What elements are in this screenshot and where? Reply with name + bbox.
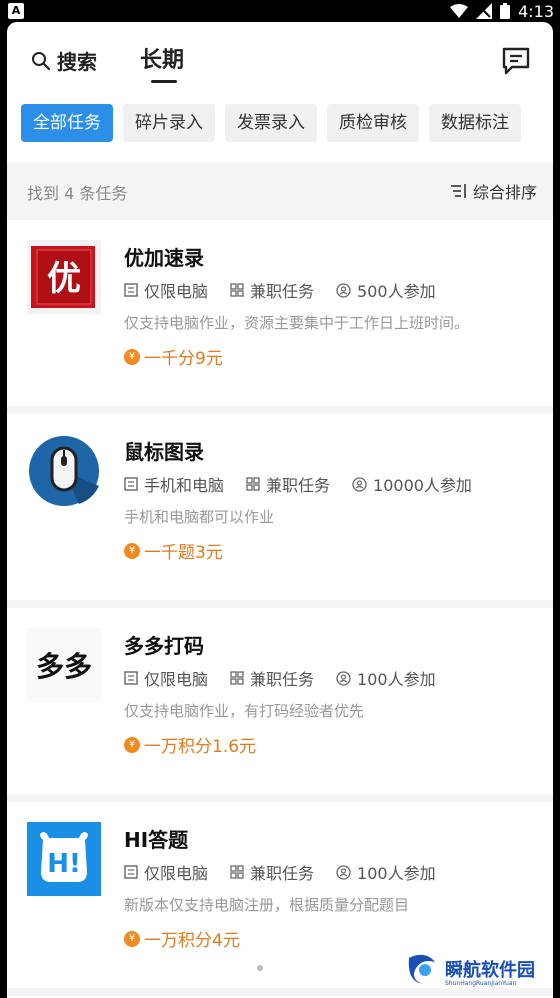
category-chips: 全部任务 碎片录入 发票录入 质检审核 数据标注 bbox=[21, 104, 521, 142]
task-device: 仅限电脑 bbox=[144, 864, 209, 883]
task-meta: 仅限电脑 兼职任务 100人参加 bbox=[124, 860, 436, 884]
tab-indicator bbox=[151, 80, 177, 83]
youjia-logo-icon: 优 bbox=[27, 240, 101, 314]
filter-bar: 找到 4 条任务 综合排序 bbox=[7, 162, 553, 220]
chip-data-labeling[interactable]: 数据标注 bbox=[429, 104, 521, 142]
sort-button[interactable]: 综合排序 bbox=[450, 179, 537, 203]
coin-icon: ¥ bbox=[124, 930, 140, 947]
task-name: HI答题 bbox=[124, 828, 189, 852]
device-icon bbox=[124, 671, 138, 685]
task-type: 兼职任务 bbox=[250, 864, 315, 883]
task-participants: 500人参加 bbox=[357, 282, 436, 301]
watermark-logo-icon bbox=[408, 954, 435, 984]
task-meta: 手机和电脑 兼职任务 10000人参加 bbox=[124, 472, 472, 496]
search-label: 搜索 bbox=[57, 50, 97, 74]
device-icon bbox=[124, 283, 138, 297]
mouse-logo-icon bbox=[29, 436, 99, 506]
grid-icon bbox=[230, 671, 244, 685]
app-screen: 搜索 长期 全部任务 碎片录入 发票录入 质检审核 数据标注 找到 4 条任务 … bbox=[7, 22, 553, 998]
task-name: 鼠标图录 bbox=[124, 440, 204, 464]
task-device: 仅限电脑 bbox=[144, 282, 209, 301]
task-description: 仅支持电脑作业，有打码经验者优先 bbox=[124, 702, 365, 720]
sort-icon bbox=[450, 184, 466, 198]
battery-icon bbox=[500, 3, 511, 19]
task-participants: 10000人参加 bbox=[373, 476, 472, 495]
coin-icon: ¥ bbox=[124, 736, 140, 753]
task-meta: 仅限电脑 兼职任务 100人参加 bbox=[124, 666, 436, 690]
task-name: 优加速录 bbox=[124, 246, 204, 270]
grid-icon bbox=[246, 477, 260, 491]
reward-text: 一千分9元 bbox=[144, 349, 223, 369]
top-bar: 搜索 长期 bbox=[7, 22, 553, 102]
task-reward: ¥ 一万积分1.6元 bbox=[124, 732, 256, 757]
coin-icon: ¥ bbox=[124, 542, 140, 559]
grid-icon bbox=[230, 865, 244, 879]
task-description: 新版本仅支持电脑注册，根据质量分配题目 bbox=[124, 896, 410, 914]
watermark-subtext: ShunHangRuanJianYuan bbox=[445, 980, 517, 987]
task-name: 多多打码 bbox=[124, 634, 204, 658]
task-type: 兼职任务 bbox=[266, 476, 331, 495]
duoduo-logo-icon: 多多 bbox=[27, 628, 101, 702]
status-icons: 4:13 bbox=[450, 0, 554, 22]
logo-text: 多多 bbox=[36, 650, 92, 683]
task-card[interactable]: 鼠标图录 手机和电脑 兼职任务 10000人参加 手机和电脑都可以作业 ¥ 一千题… bbox=[7, 414, 553, 608]
signal-icon bbox=[476, 3, 493, 19]
chip-invoice-entry[interactable]: 发票录入 bbox=[225, 104, 317, 142]
task-type: 兼职任务 bbox=[250, 282, 315, 301]
task-type: 兼职任务 bbox=[250, 670, 315, 689]
search-icon bbox=[32, 51, 51, 70]
watermark-text: 瞬航软件园 bbox=[445, 960, 535, 981]
result-count: 找到 4 条任务 bbox=[27, 184, 128, 203]
tab-long-term[interactable]: 长期 bbox=[140, 42, 184, 74]
task-list: 优 优加速录 仅限电脑 兼职任务 500人参加 仅支持电脑作业，资源主要集中于工… bbox=[7, 220, 553, 996]
watermark: 瞬航软件园 ShunHangRuanJianYuan bbox=[405, 952, 535, 987]
task-description: 手机和电脑都可以作业 bbox=[124, 508, 275, 526]
device-icon bbox=[124, 477, 138, 491]
user-icon bbox=[336, 670, 351, 686]
task-participants: 100人参加 bbox=[357, 670, 436, 689]
clock: 4:13 bbox=[518, 1, 554, 21]
reward-text: 一千题3元 bbox=[144, 543, 223, 563]
status-bar: A 4:13 bbox=[0, 0, 560, 22]
task-card[interactable]: 优 优加速录 仅限电脑 兼职任务 500人参加 仅支持电脑作业，资源主要集中于工… bbox=[7, 220, 553, 414]
task-device: 仅限电脑 bbox=[144, 670, 209, 689]
task-device: 手机和电脑 bbox=[144, 476, 225, 495]
task-participants: 100人参加 bbox=[357, 864, 436, 883]
hi-answer-logo-icon: H! bbox=[27, 822, 101, 896]
task-reward: ¥ 一万积分4元 bbox=[124, 926, 240, 951]
device-icon bbox=[124, 865, 138, 879]
chip-all-tasks[interactable]: 全部任务 bbox=[21, 104, 113, 142]
reward-text: 一万积分4元 bbox=[144, 931, 240, 951]
page-indicator bbox=[257, 965, 263, 971]
user-icon bbox=[336, 864, 351, 880]
task-reward: ¥ 一千题3元 bbox=[124, 538, 223, 563]
notification-icon: A bbox=[8, 3, 24, 19]
logo-text: 优 bbox=[47, 259, 81, 299]
chip-fragment-entry[interactable]: 碎片录入 bbox=[123, 104, 215, 142]
task-meta: 仅限电脑 兼职任务 500人参加 bbox=[124, 278, 436, 302]
grid-icon bbox=[230, 283, 244, 297]
chip-quality-review[interactable]: 质检审核 bbox=[327, 104, 419, 142]
task-reward: ¥ 一千分9元 bbox=[124, 344, 223, 369]
user-icon bbox=[336, 282, 351, 298]
reward-text: 一万积分1.6元 bbox=[144, 737, 257, 757]
search-button[interactable]: 搜索 bbox=[31, 46, 97, 75]
sort-label: 综合排序 bbox=[472, 183, 537, 202]
task-card[interactable]: 多多 多多打码 仅限电脑 兼职任务 100人参加 仅支持电脑作业，有打码经验者优… bbox=[7, 608, 553, 802]
message-icon[interactable] bbox=[501, 46, 531, 76]
coin-icon: ¥ bbox=[124, 348, 140, 365]
task-description: 仅支持电脑作业，资源主要集中于工作日上班时间。 bbox=[124, 314, 470, 332]
user-icon bbox=[352, 476, 367, 492]
wifi-icon bbox=[450, 4, 469, 18]
logo-text: H! bbox=[47, 849, 81, 879]
